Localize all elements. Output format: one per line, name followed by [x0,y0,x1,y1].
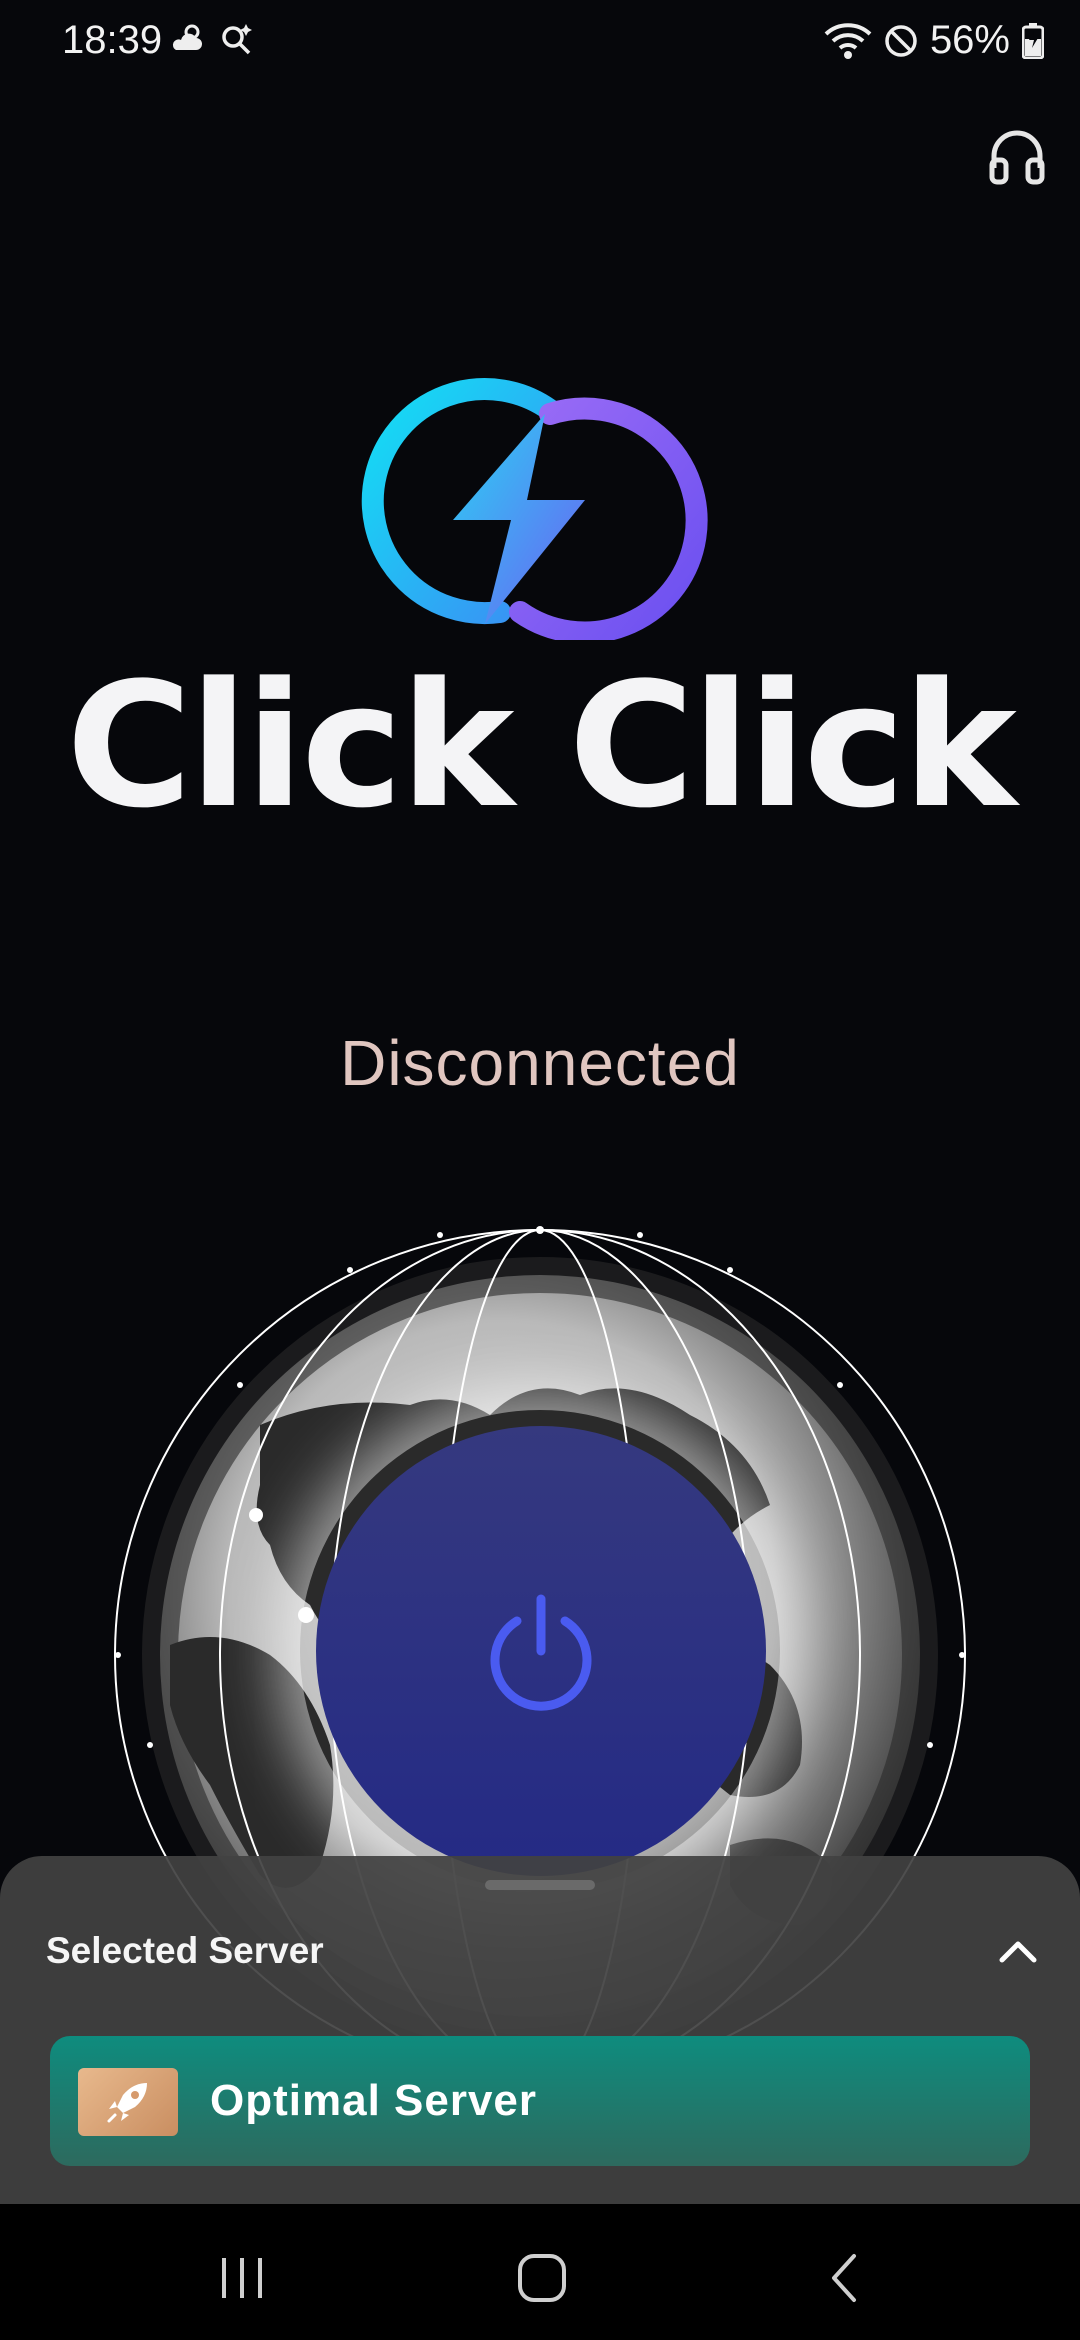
home-icon[interactable] [512,2252,572,2304]
chevron-up-icon[interactable] [994,1932,1042,1968]
search-icon [222,24,252,55]
battery-icon [1022,22,1044,59]
sheet-drag-handle[interactable] [485,1880,595,1890]
app-title: Click Click [66,645,1017,846]
connection-status: Disconnected [340,1027,740,1099]
selected-server-row[interactable]: Optimal Server [50,2036,1030,2166]
recents-icon[interactable] [212,2252,272,2304]
connect-power-button[interactable] [316,1426,766,1876]
app-logo [361,378,708,640]
power-icon [490,1594,592,1711]
wifi-icon [824,22,872,59]
battery-percent: 56% [929,18,1010,62]
sheet-title: Selected Server [46,1930,324,1971]
server-thumbnail [78,2068,178,2136]
status-bar: 18:39 56% [0,0,1080,86]
back-icon[interactable] [816,2252,876,2304]
rocket-icon [107,2083,147,2123]
system-nav-bar [0,2204,1080,2340]
status-time: 18:39 [62,18,163,62]
weather-icon [172,24,202,50]
headset-icon[interactable] [986,126,1048,188]
server-name: Optimal Server [210,2076,538,2125]
server-bottom-sheet[interactable]: Selected Server Optimal Server [0,1856,1080,2204]
dnd-icon [885,24,917,57]
